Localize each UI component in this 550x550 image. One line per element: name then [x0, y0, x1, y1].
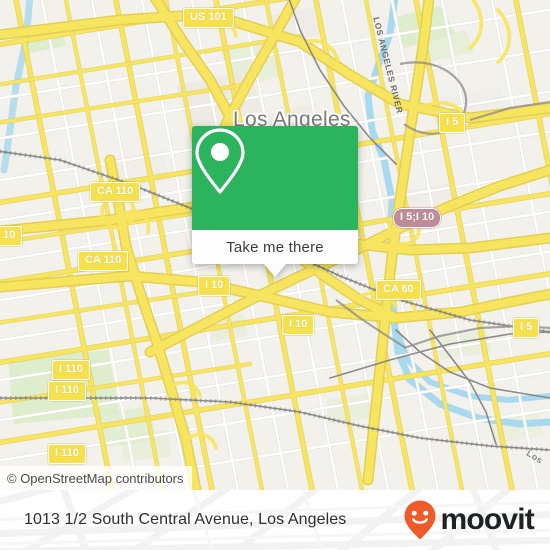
- take-me-there-label: Take me there: [226, 238, 324, 256]
- popup-header: [192, 126, 358, 230]
- moovit-logo[interactable]: moovit: [403, 490, 535, 550]
- highway-shield: I 5;I 10: [393, 208, 442, 228]
- address-label-container: 1013 1/2 South Central Avenue, Los Angel…: [24, 490, 346, 550]
- highway-shield: US 101: [183, 8, 234, 28]
- osm-attribution-label: © OpenStreetMap contributors: [7, 470, 184, 486]
- highway-shield: I 10: [282, 315, 315, 335]
- map-screenshot: .rd{stroke:#f7e560;stroke-linecap:round;…: [0, 0, 550, 550]
- highway-shield: I 10: [0, 226, 23, 246]
- map-pin-icon: [195, 128, 245, 194]
- location-popup-card[interactable]: Take me there: [192, 126, 358, 277]
- take-me-there-button[interactable]: Take me there: [192, 230, 358, 264]
- address-label: 1013 1/2 South Central Avenue, Los Angel…: [24, 511, 347, 528]
- highway-shield: I 10: [198, 276, 231, 296]
- highway-shield: CA 60: [376, 280, 421, 300]
- footer-bar: 1013 1/2 South Central Avenue, Los Angel…: [0, 490, 550, 550]
- moovit-pin-smile-icon: [404, 500, 436, 540]
- osm-attribution[interactable]: © OpenStreetMap contributors: [0, 466, 192, 490]
- map-canvas[interactable]: .rd{stroke:#f7e560;stroke-linecap:round;…: [0, 0, 550, 490]
- highway-shield: I 5: [439, 113, 466, 133]
- highway-shield: CA 110: [90, 182, 141, 202]
- highway-shield: I 5: [513, 318, 540, 338]
- highway-shield: I 110: [52, 360, 90, 380]
- highway-shield: CA 110: [78, 251, 129, 271]
- popup-tail: [264, 264, 286, 277]
- highway-shield: I 110: [48, 444, 86, 464]
- highway-shield: I 110: [48, 381, 86, 401]
- moovit-wordmark: moovit: [440, 503, 534, 536]
